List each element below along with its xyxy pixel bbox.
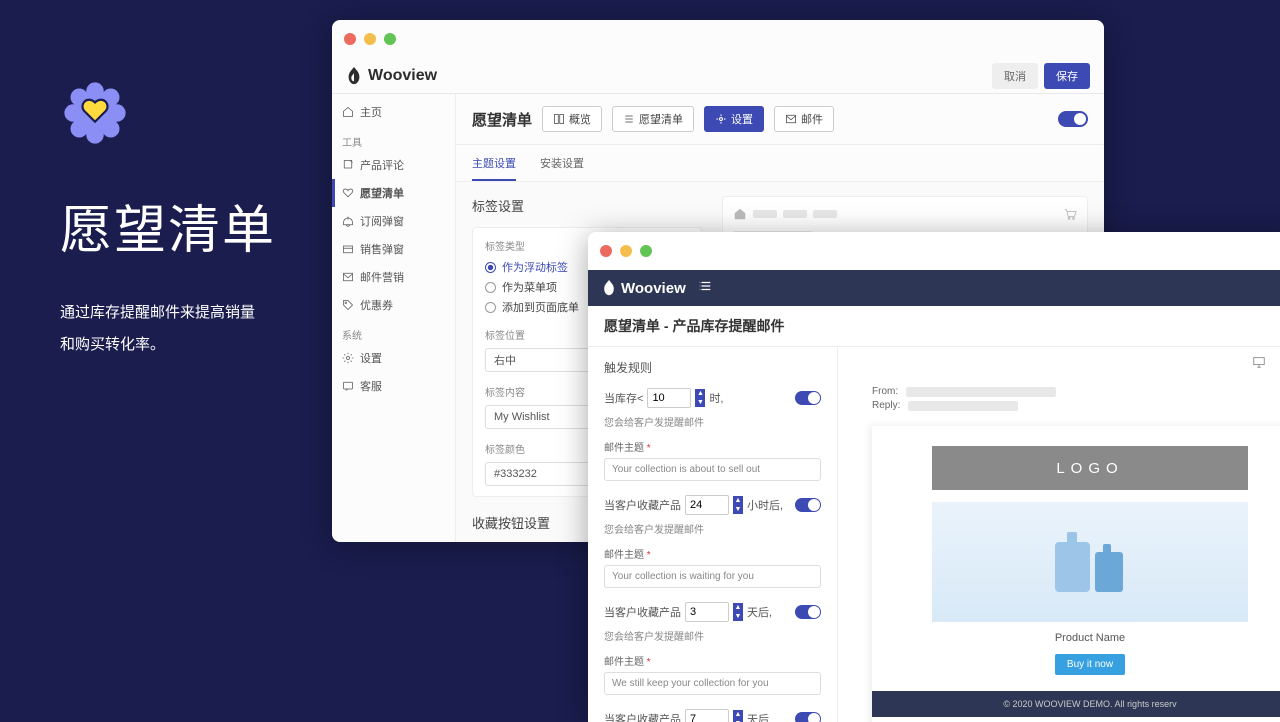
- email-editor-window: Wooview 愿望清单 - 产品库存提醒邮件 触发规则 当库存< ▲▼ 时, …: [588, 232, 1280, 722]
- rule4-toggle[interactable]: [795, 712, 821, 722]
- close-dot[interactable]: [344, 33, 356, 45]
- subject1-label: 邮件主题 *: [604, 439, 821, 454]
- subject2-label: 邮件主题 *: [604, 546, 821, 561]
- stock-stepper[interactable]: ▲▼: [695, 389, 705, 407]
- sidebar-item-coupon[interactable]: 优惠券: [332, 291, 455, 319]
- tab-mail[interactable]: 邮件: [774, 106, 834, 132]
- rule3-note: 您会给客户发提醒邮件: [604, 628, 821, 643]
- rule1-note: 您会给客户发提醒邮件: [604, 414, 821, 429]
- maximize-dot[interactable]: [384, 33, 396, 45]
- stock-input[interactable]: [647, 388, 691, 408]
- hero-wishlist-icon: [60, 78, 130, 148]
- sidebar-group-system: 系统: [332, 319, 455, 344]
- from-label: From:: [872, 386, 898, 397]
- cancel-button[interactable]: 取消: [992, 63, 1038, 89]
- sidebar-item-home[interactable]: 主页: [332, 98, 455, 126]
- hero-title: 愿望清单: [60, 188, 340, 263]
- sidebar-item-settings[interactable]: 设置: [332, 344, 455, 372]
- days2-input[interactable]: [685, 709, 729, 722]
- breadcrumb: 愿望清单 - 产品库存提醒邮件: [588, 306, 1280, 347]
- rules-title: 触发规则: [604, 359, 821, 376]
- minimize-dot-2[interactable]: [620, 245, 632, 257]
- rule3-toggle[interactable]: [795, 605, 821, 619]
- hours-input[interactable]: [685, 495, 729, 515]
- feature-toggle[interactable]: [1058, 111, 1088, 127]
- sidebar-item-wishlist[interactable]: 愿望清单: [332, 179, 455, 207]
- sidebar-item-reviews[interactable]: 产品评论: [332, 151, 455, 179]
- subject3-label: 邮件主题 *: [604, 653, 821, 668]
- maximize-dot-2[interactable]: [640, 245, 652, 257]
- close-dot-2[interactable]: [600, 245, 612, 257]
- subtab-theme[interactable]: 主题设置: [472, 155, 516, 181]
- product-name: Product Name: [872, 632, 1280, 644]
- email-logo: LOGO: [1056, 460, 1123, 477]
- days-input[interactable]: [685, 602, 729, 622]
- cart-icon: [1063, 207, 1077, 221]
- brand-logo: Wooview: [346, 67, 437, 85]
- tab-settings[interactable]: 设置: [704, 106, 764, 132]
- section-tag-settings: 标签设置: [472, 196, 702, 215]
- sidebar-item-support[interactable]: 客服: [332, 372, 455, 400]
- reply-label: Reply:: [872, 400, 900, 411]
- hero-desc: 通过库存提醒邮件来提高销量和购买转化率。: [60, 297, 340, 360]
- hours-stepper[interactable]: ▲▼: [733, 496, 743, 514]
- sidebar-item-subscribe[interactable]: 订阅弹窗: [332, 207, 455, 235]
- days2-stepper[interactable]: ▲▼: [733, 710, 743, 722]
- subject3-input[interactable]: [604, 672, 821, 695]
- save-button[interactable]: 保存: [1044, 63, 1090, 89]
- subject2-input[interactable]: [604, 565, 821, 588]
- minimize-dot[interactable]: [364, 33, 376, 45]
- menu-icon[interactable]: [698, 279, 712, 298]
- buy-button[interactable]: Buy it now: [1055, 654, 1125, 675]
- rule2-note: 您会给客户发提醒邮件: [604, 521, 821, 536]
- email-preview: LOGO Product Name Buy it now © 2020 WOOV…: [872, 426, 1280, 722]
- sidebar: 主页 工具 产品评论 愿望清单 订阅弹窗 销售弹窗 邮件营销 优惠券 系统 设置…: [332, 94, 456, 542]
- tab-list[interactable]: 愿望清单: [612, 106, 694, 132]
- email-footer: © 2020 WOOVIEW DEMO. All rights reserv: [872, 691, 1280, 717]
- brand-logo-2: Wooview: [602, 280, 686, 297]
- product-image: [932, 502, 1248, 622]
- rule2-toggle[interactable]: [795, 498, 821, 512]
- tab-overview[interactable]: 概览: [542, 106, 602, 132]
- days-stepper[interactable]: ▲▼: [733, 603, 743, 621]
- page-title: 愿望清单: [472, 109, 532, 130]
- desktop-icon[interactable]: [1252, 355, 1266, 369]
- sidebar-item-marketing[interactable]: 邮件营销: [332, 263, 455, 291]
- home-icon: [733, 207, 747, 221]
- subject1-input[interactable]: [604, 458, 821, 481]
- rule1-toggle[interactable]: [795, 391, 821, 405]
- sidebar-item-sales[interactable]: 销售弹窗: [332, 235, 455, 263]
- sidebar-group-tools: 工具: [332, 126, 455, 151]
- subtab-install[interactable]: 安装设置: [540, 155, 584, 181]
